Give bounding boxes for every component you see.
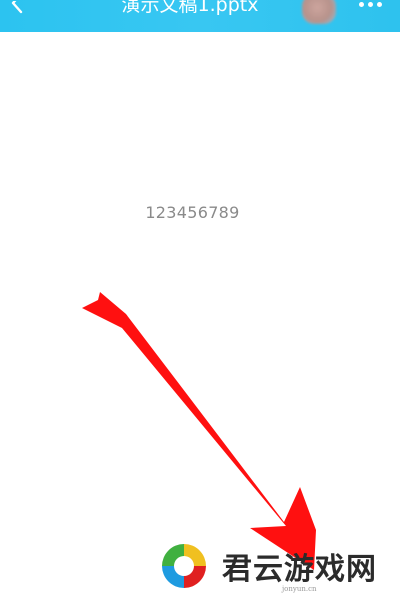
red-arrow-annotation: [82, 292, 316, 570]
more-button[interactable]: [350, 0, 390, 16]
avatar[interactable]: [302, 0, 336, 24]
document-title: 演示文稿1.pptx: [121, 0, 259, 16]
watermark: 君云游戏网 jonyun.cn: [150, 538, 400, 598]
watermark-logo-icon: [162, 544, 206, 588]
chevron-left-icon: [11, 1, 23, 14]
more-horizontal-icon: [357, 1, 384, 7]
watermark-domain: jonyun.cn: [282, 585, 317, 593]
document-viewer: 演示文稿1.pptx 123456789 君云游戏网 jonyun.cn: [0, 0, 400, 598]
title-bar: 演示文稿1.pptx: [0, 0, 400, 32]
arrow-shape: [82, 292, 316, 570]
slide-text[interactable]: 123456789: [130, 203, 255, 222]
watermark-brand: 君云游戏网: [222, 552, 377, 587]
back-button[interactable]: [4, 0, 30, 22]
